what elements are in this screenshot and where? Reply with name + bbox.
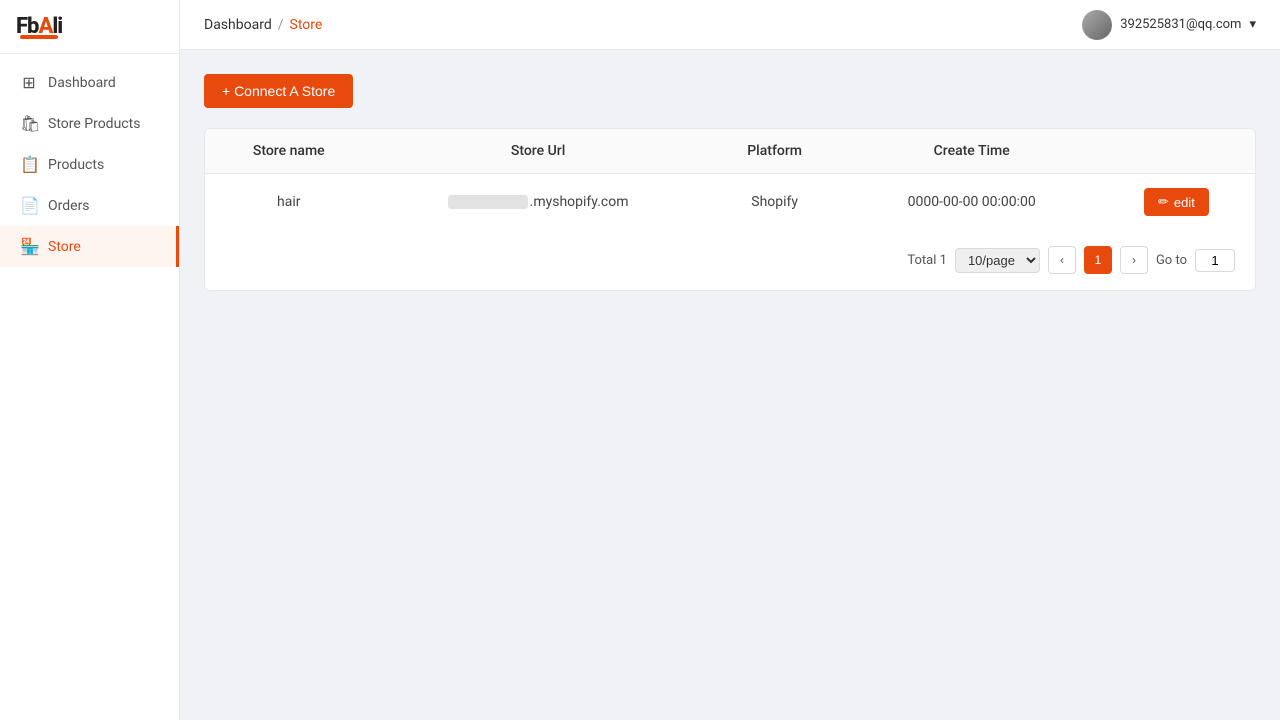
sidebar-item-label: Store: [48, 239, 81, 255]
prev-page-button[interactable]: ‹: [1048, 246, 1076, 274]
page-content: + Connect A Store Store name Store Url P…: [180, 50, 1280, 720]
col-create-time: Create Time: [846, 129, 1098, 174]
breadcrumb-home[interactable]: Dashboard: [204, 17, 272, 33]
col-platform: Platform: [704, 129, 846, 174]
col-store-name: Store name: [205, 129, 373, 174]
orders-icon: 📄: [20, 196, 38, 215]
per-page-select[interactable]: 10/page 20/page 50/page: [955, 248, 1040, 273]
edit-button[interactable]: ✏ edit: [1144, 188, 1209, 216]
store-table: Store name Store Url Platform Create Tim…: [205, 129, 1255, 230]
avatar-image: [1082, 10, 1112, 40]
sidebar: FbAli ⊞ Dashboard 🛍 Store Products 📋 Pro…: [0, 0, 180, 720]
cell-create-time: 0000-00-00 00:00:00: [846, 174, 1098, 231]
sidebar-item-store-products[interactable]: 🛍 Store Products: [0, 103, 179, 144]
user-menu[interactable]: 392525831@qq.com ▾: [1082, 10, 1256, 40]
user-email: 392525831@qq.com: [1120, 17, 1241, 32]
dashboard-icon: ⊞: [20, 73, 38, 92]
cell-platform: Shopify: [704, 174, 846, 231]
user-avatar: [1082, 10, 1112, 40]
goto-input[interactable]: [1195, 249, 1235, 272]
logo-underline: [20, 35, 58, 39]
store-icon: 🏪: [20, 237, 38, 256]
sidebar-item-label: Store Products: [48, 116, 140, 132]
page-1-button[interactable]: 1: [1084, 246, 1112, 274]
logo-area: FbAli: [0, 0, 179, 54]
table-header: Store name Store Url Platform Create Tim…: [205, 129, 1255, 174]
sidebar-item-orders[interactable]: 📄 Orders: [0, 185, 179, 226]
col-store-url: Store Url: [373, 129, 704, 174]
edit-icon: ✏: [1158, 194, 1169, 210]
sidebar-item-store[interactable]: 🏪 Store: [0, 226, 179, 267]
cell-store-name: hair: [205, 174, 373, 231]
cell-store-url: .myshopify.com: [373, 174, 704, 231]
connect-store-button[interactable]: + Connect A Store: [204, 74, 353, 108]
user-dropdown-icon: ▾: [1249, 17, 1256, 32]
pagination: Total 1 10/page 20/page 50/page ‹ 1 › Go…: [205, 230, 1255, 290]
store-products-icon: 🛍: [20, 114, 38, 133]
breadcrumb-current: Store: [290, 17, 323, 33]
sidebar-nav: ⊞ Dashboard 🛍 Store Products 📋 Products …: [0, 54, 179, 275]
main-area: Dashboard / Store 392525831@qq.com ▾ + C…: [180, 0, 1280, 720]
breadcrumb: Dashboard / Store: [204, 17, 322, 33]
sidebar-item-dashboard[interactable]: ⊞ Dashboard: [0, 62, 179, 103]
products-icon: 📋: [20, 155, 38, 174]
sidebar-item-label: Products: [48, 157, 104, 173]
url-masked: [448, 195, 528, 209]
store-table-card: Store name Store Url Platform Create Tim…: [204, 128, 1256, 291]
logo: FbAli: [16, 14, 62, 39]
next-page-button[interactable]: ›: [1120, 246, 1148, 274]
topbar: Dashboard / Store 392525831@qq.com ▾: [180, 0, 1280, 50]
table-body: hair .myshopify.com Shopify 0000-00-00 0…: [205, 174, 1255, 231]
url-suffix: .myshopify.com: [530, 194, 629, 210]
table-row: hair .myshopify.com Shopify 0000-00-00 0…: [205, 174, 1255, 231]
goto-label: Go to: [1156, 253, 1187, 268]
sidebar-item-label: Orders: [48, 198, 90, 214]
edit-label: edit: [1174, 195, 1195, 210]
pagination-total: Total 1: [907, 253, 947, 268]
sidebar-item-products[interactable]: 📋 Products: [0, 144, 179, 185]
cell-actions: ✏ edit: [1098, 174, 1255, 231]
breadcrumb-separator: /: [278, 17, 284, 33]
col-actions: [1098, 129, 1255, 174]
sidebar-item-label: Dashboard: [48, 75, 116, 91]
